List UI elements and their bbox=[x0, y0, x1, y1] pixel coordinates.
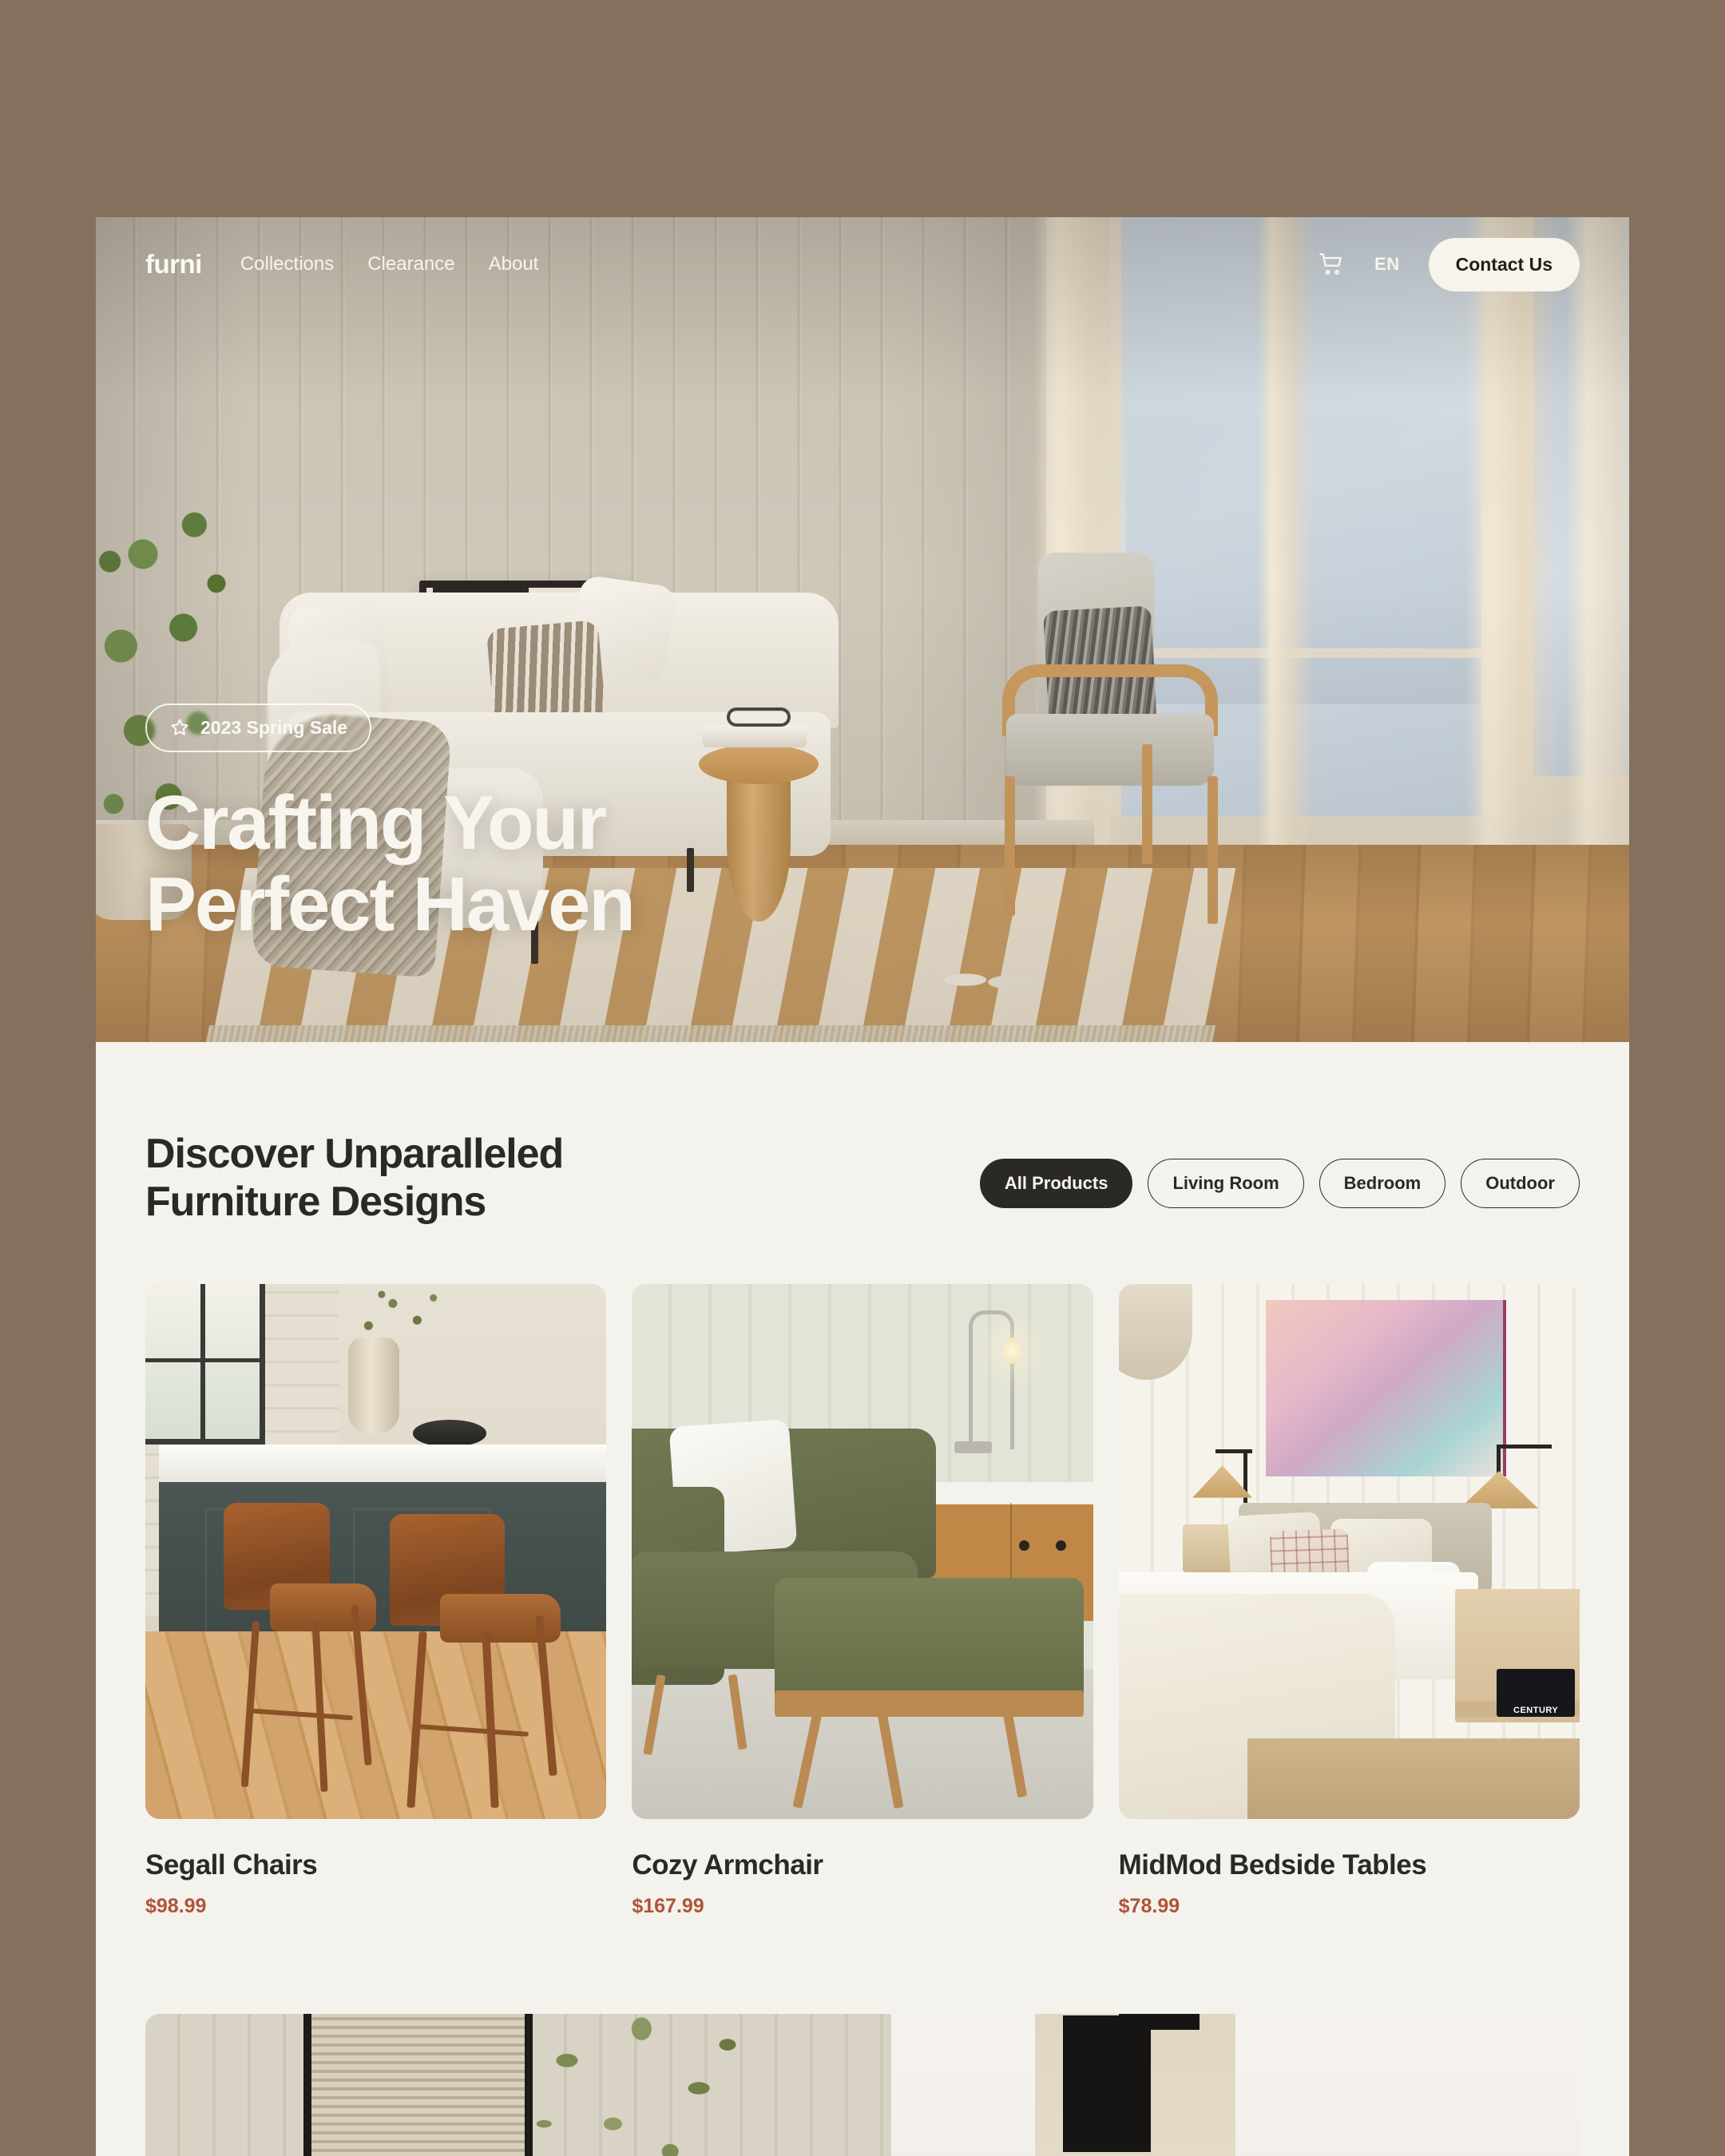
navbar: furni Collections Clearance About EN Con… bbox=[96, 217, 1629, 311]
scene-century-book: CENTURY bbox=[1497, 1669, 1576, 1718]
scene-lamp-arm bbox=[968, 1310, 1015, 1450]
language-selector[interactable]: EN bbox=[1374, 254, 1400, 275]
product-image-cozy-armchair[interactable] bbox=[632, 1283, 1093, 1819]
product-card[interactable]: CENTURY MidMod Bedside Tables $78.99 bbox=[1118, 1283, 1580, 1918]
product-name: Cozy Armchair bbox=[632, 1849, 823, 1881]
banner-art-stroke bbox=[1062, 2015, 1152, 2153]
nav-link-about[interactable]: About bbox=[489, 253, 539, 275]
banner-abstract-art bbox=[1034, 2013, 1235, 2156]
product-image-segall-chairs[interactable] bbox=[145, 1283, 607, 1819]
hero-armchair-leg bbox=[1208, 776, 1218, 924]
hero-eyeglasses bbox=[727, 707, 791, 727]
hero-rug-fringe bbox=[205, 1025, 1216, 1042]
promo-badge[interactable]: 2023 Spring Sale bbox=[145, 703, 372, 752]
scene-stool-seat bbox=[269, 1583, 376, 1632]
nav-link-clearance[interactable]: Clearance bbox=[367, 253, 454, 275]
product-name: MidMod Bedside Tables bbox=[1118, 1849, 1427, 1881]
promo-badge-label: 2023 Spring Sale bbox=[200, 716, 348, 738]
hero-section: furni Collections Clearance About EN Con… bbox=[96, 217, 1629, 1042]
scene-lamp-bulb bbox=[1003, 1337, 1022, 1365]
filter-all-products[interactable]: All Products bbox=[979, 1159, 1133, 1208]
scene-ottoman-base bbox=[775, 1690, 1085, 1718]
hero-title-line-2: Perfect Haven bbox=[145, 862, 636, 948]
section-title-line-1: Discover Unparalleled bbox=[145, 1131, 564, 1177]
banner-textile-art bbox=[311, 2013, 525, 2156]
scene-wood-floor bbox=[145, 1631, 607, 1819]
hero-side-table-base bbox=[727, 762, 791, 921]
nav-link-collections[interactable]: Collections bbox=[240, 253, 334, 275]
filter-bedroom[interactable]: Bedroom bbox=[1319, 1159, 1446, 1208]
shopping-cart-icon[interactable] bbox=[1317, 251, 1346, 278]
scene-sconce-arm bbox=[1497, 1444, 1552, 1449]
section-title: Discover Unparalleled Furniture Designs bbox=[145, 1130, 564, 1227]
category-filters: All Products Living Room Bedroom Outdoor bbox=[979, 1159, 1580, 1208]
filter-outdoor[interactable]: Outdoor bbox=[1461, 1159, 1580, 1208]
banner-branches bbox=[504, 2013, 791, 2156]
scene-window-bar bbox=[200, 1283, 206, 1445]
scene-marble-counter bbox=[159, 1444, 607, 1482]
products-header: Discover Unparalleled Furniture Designs … bbox=[145, 1130, 1580, 1227]
products-section: Discover Unparalleled Furniture Designs … bbox=[96, 1042, 1629, 1918]
bottom-feature-banner[interactable] bbox=[145, 2013, 1580, 2156]
product-name: Segall Chairs bbox=[145, 1849, 318, 1881]
scene-abstract-painting bbox=[1266, 1299, 1506, 1476]
scene-ottoman bbox=[775, 1578, 1085, 1706]
hero-title: Crafting Your Perfect Haven bbox=[145, 779, 636, 948]
scene-plates bbox=[412, 1420, 487, 1447]
product-grid: Segall Chairs $98.99 Cozy Armchair $167.… bbox=[145, 1283, 1580, 1918]
product-card[interactable]: Segall Chairs $98.99 bbox=[145, 1283, 607, 1918]
brand-logo[interactable]: furni bbox=[145, 249, 202, 279]
site-container: furni Collections Clearance About EN Con… bbox=[96, 217, 1629, 2156]
hero-copy: 2023 Spring Sale Crafting Your Perfect H… bbox=[145, 703, 636, 948]
hero-armchair-leg bbox=[1005, 776, 1015, 916]
product-price: $78.99 bbox=[1118, 1894, 1180, 1917]
contact-us-button[interactable]: Contact Us bbox=[1428, 237, 1580, 291]
filter-living-room[interactable]: Living Room bbox=[1148, 1159, 1304, 1208]
nav-actions: EN Contact Us bbox=[1317, 237, 1580, 291]
hero-title-line-1: Crafting Your bbox=[145, 779, 607, 866]
product-image-midmod-bedside-tables[interactable]: CENTURY bbox=[1118, 1283, 1580, 1819]
hero-armchair-seat bbox=[1006, 714, 1214, 786]
hero-books bbox=[703, 725, 807, 747]
page-root: furni Collections Clearance About EN Con… bbox=[0, 0, 1725, 2156]
scene-branches bbox=[348, 1283, 450, 1353]
hero-side-table-top bbox=[699, 744, 819, 784]
hero-armchair-leg bbox=[1142, 744, 1152, 864]
product-card[interactable]: Cozy Armchair $167.99 bbox=[632, 1283, 1093, 1918]
hero-sofa-leg bbox=[687, 848, 694, 892]
scene-window-bar bbox=[145, 1358, 266, 1363]
scene-lamp-base bbox=[954, 1441, 992, 1453]
scene-jute-rug bbox=[1247, 1738, 1580, 1819]
hero-slippers bbox=[938, 960, 1034, 1000]
section-title-line-2: Furniture Designs bbox=[145, 1179, 486, 1226]
nav-links: Collections Clearance About bbox=[240, 253, 539, 275]
star-icon bbox=[169, 717, 190, 738]
banner-framed-textile bbox=[303, 2013, 533, 2156]
product-price: $167.99 bbox=[632, 1894, 704, 1917]
product-price: $98.99 bbox=[145, 1894, 207, 1917]
